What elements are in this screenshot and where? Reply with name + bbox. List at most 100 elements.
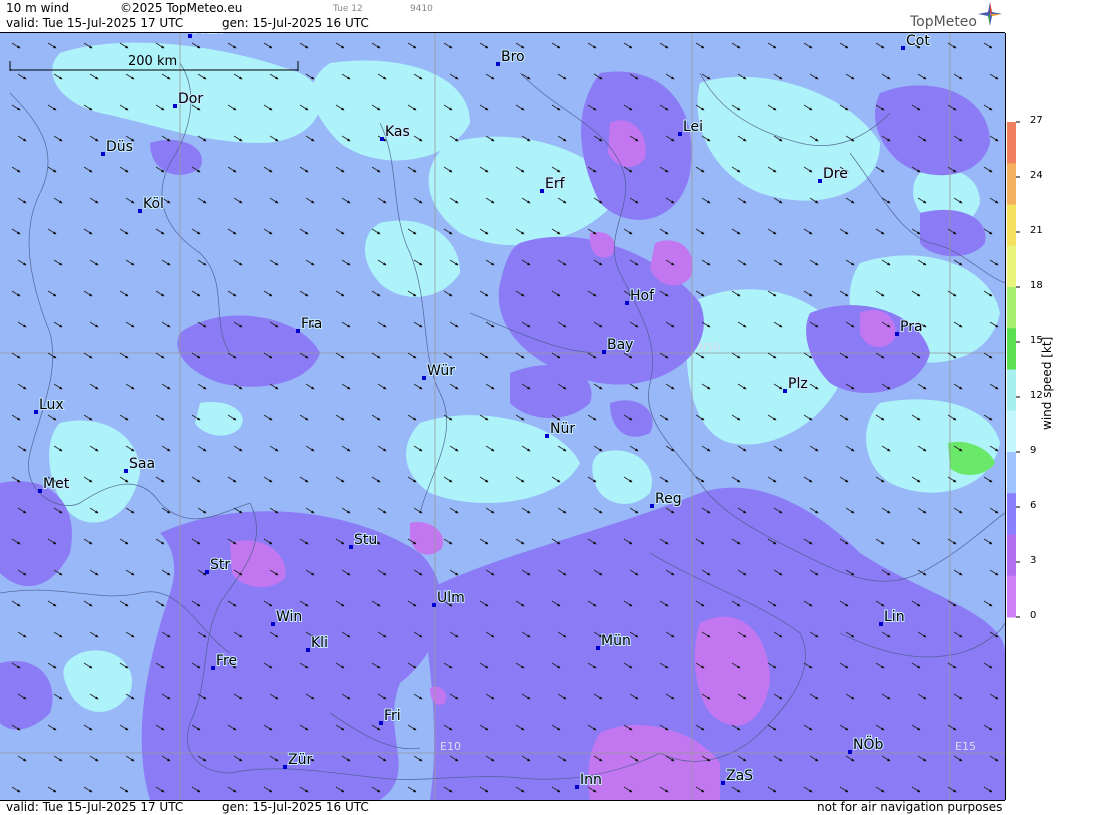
wind-map-canvas: N50 E10 E15 200 km Mün Bro Cot Dor Kas Düs Lei… bbox=[0, 33, 1005, 800]
city-marker bbox=[306, 648, 310, 652]
city-label: Plz bbox=[788, 376, 808, 392]
city-marker bbox=[296, 329, 300, 333]
city-marker bbox=[188, 34, 192, 38]
city-label: Hof bbox=[630, 288, 655, 304]
city-label: Dre bbox=[823, 166, 848, 182]
city-label: Ulm bbox=[437, 590, 465, 606]
legend-swatch bbox=[1007, 163, 1016, 205]
city-label: ZaS bbox=[726, 768, 753, 784]
city-marker bbox=[496, 62, 500, 66]
legend-tick-label: 18 bbox=[1030, 280, 1043, 291]
city-marker bbox=[380, 137, 384, 141]
grid-label-e10: E10 bbox=[440, 740, 461, 753]
valid-time-header: valid: Tue 15-Jul-2025 17 UTC bbox=[6, 16, 184, 30]
legend-tick-label: 0 bbox=[1030, 610, 1037, 621]
city-label: Reg bbox=[655, 491, 682, 507]
city-marker bbox=[422, 376, 426, 380]
legend-swatch bbox=[1007, 534, 1016, 577]
city-label: Mün bbox=[193, 33, 223, 37]
grid-label-e15: E15 bbox=[955, 740, 976, 753]
city-label: Köl bbox=[143, 196, 164, 212]
compass-logo-icon bbox=[978, 2, 1002, 26]
city-marker bbox=[596, 646, 600, 650]
city-label: Mün bbox=[601, 633, 631, 649]
small-time-text: Tue 12 bbox=[333, 4, 363, 14]
footer-bar: valid: Tue 15-Jul-2025 17 UTC gen: 15-Ju… bbox=[0, 800, 1005, 815]
city-label: Düs bbox=[106, 139, 133, 155]
city-marker bbox=[678, 132, 682, 136]
scale-bar-label: 200 km bbox=[128, 54, 177, 69]
city-marker bbox=[124, 469, 128, 473]
legend-swatch bbox=[1007, 287, 1016, 329]
wind-map[interactable]: N50 E10 E15 200 km Mün Bro Cot Dor Kas Düs Lei… bbox=[0, 33, 1006, 800]
valid-time-footer: valid: Tue 15-Jul-2025 17 UTC bbox=[6, 800, 184, 814]
city-label: Str bbox=[210, 557, 230, 573]
small-code-text: 9410 bbox=[410, 4, 433, 14]
header-bar: 10 m wind ©2025 TopMeteo.eu Tue 12 9410 … bbox=[0, 0, 1005, 33]
legend-tick-label: 24 bbox=[1030, 170, 1043, 181]
city-label: Bay bbox=[607, 337, 633, 353]
city-label: Zür bbox=[288, 752, 312, 768]
disclaimer-text: not for air navigation purposes bbox=[817, 800, 1003, 814]
city-marker bbox=[271, 622, 275, 626]
city-label: Inn bbox=[580, 772, 602, 788]
legend-swatch bbox=[1007, 575, 1016, 618]
copyright-text: ©2025 TopMeteo.eu bbox=[120, 1, 243, 15]
city-marker bbox=[783, 389, 787, 393]
city-marker bbox=[349, 545, 353, 549]
logo-text: TopMeteo bbox=[910, 14, 977, 30]
city-label: Erf bbox=[545, 176, 566, 192]
city-marker bbox=[540, 189, 544, 193]
city-label: Fra bbox=[301, 316, 322, 332]
city-marker bbox=[625, 301, 629, 305]
city-label: Nür bbox=[550, 421, 575, 437]
city-marker bbox=[138, 209, 142, 213]
city-marker bbox=[818, 179, 822, 183]
city-marker bbox=[901, 46, 905, 50]
legend-tick-label: 21 bbox=[1030, 225, 1043, 236]
city-marker bbox=[650, 504, 654, 508]
legend-tick-label: 27 bbox=[1030, 115, 1043, 126]
city-marker bbox=[211, 666, 215, 670]
city-marker bbox=[848, 750, 852, 754]
city-label: Pra bbox=[900, 319, 923, 335]
legend-tick-label: 9 bbox=[1030, 445, 1037, 456]
product-title: 10 m wind bbox=[6, 1, 69, 15]
city-label: Met bbox=[43, 476, 70, 492]
city-marker bbox=[895, 332, 899, 336]
city-label: Dor bbox=[178, 91, 203, 107]
city-label: Cot bbox=[906, 33, 930, 49]
city-marker bbox=[205, 570, 209, 574]
city-label: Saa bbox=[129, 456, 155, 472]
city-label: Bro bbox=[501, 49, 525, 65]
city-marker bbox=[283, 765, 287, 769]
legend-tick-label: 3 bbox=[1030, 555, 1037, 566]
city-marker bbox=[34, 410, 38, 414]
city-marker bbox=[432, 603, 436, 607]
city-label: Stu bbox=[354, 532, 377, 548]
legend-swatch bbox=[1007, 204, 1016, 247]
city-marker bbox=[575, 785, 579, 789]
legend-swatch bbox=[1007, 328, 1016, 370]
city-label: Lux bbox=[39, 397, 64, 413]
city-marker bbox=[379, 721, 383, 725]
city-marker bbox=[602, 350, 606, 354]
city-label: Wür bbox=[427, 363, 455, 379]
legend-units-label: wind speed [kt] bbox=[1040, 336, 1054, 430]
city-label: Fri bbox=[384, 708, 401, 724]
city-marker bbox=[545, 434, 549, 438]
grid-label-n50: N50 bbox=[698, 341, 720, 354]
city-label: Fre bbox=[216, 653, 237, 669]
city-marker bbox=[173, 104, 177, 108]
city-label: Lin bbox=[884, 609, 905, 625]
city-label: Kli bbox=[311, 635, 328, 651]
legend-swatch bbox=[1007, 245, 1016, 288]
city-marker bbox=[721, 781, 725, 785]
legend-swatch bbox=[1007, 452, 1016, 494]
gen-time-footer: gen: 15-Jul-2025 16 UTC bbox=[222, 800, 369, 814]
gen-time-header: gen: 15-Jul-2025 16 UTC bbox=[222, 16, 369, 30]
legend-swatch bbox=[1007, 410, 1016, 453]
city-label: Lei bbox=[683, 119, 703, 135]
city-label: Win bbox=[276, 609, 302, 625]
city-marker bbox=[38, 489, 42, 493]
